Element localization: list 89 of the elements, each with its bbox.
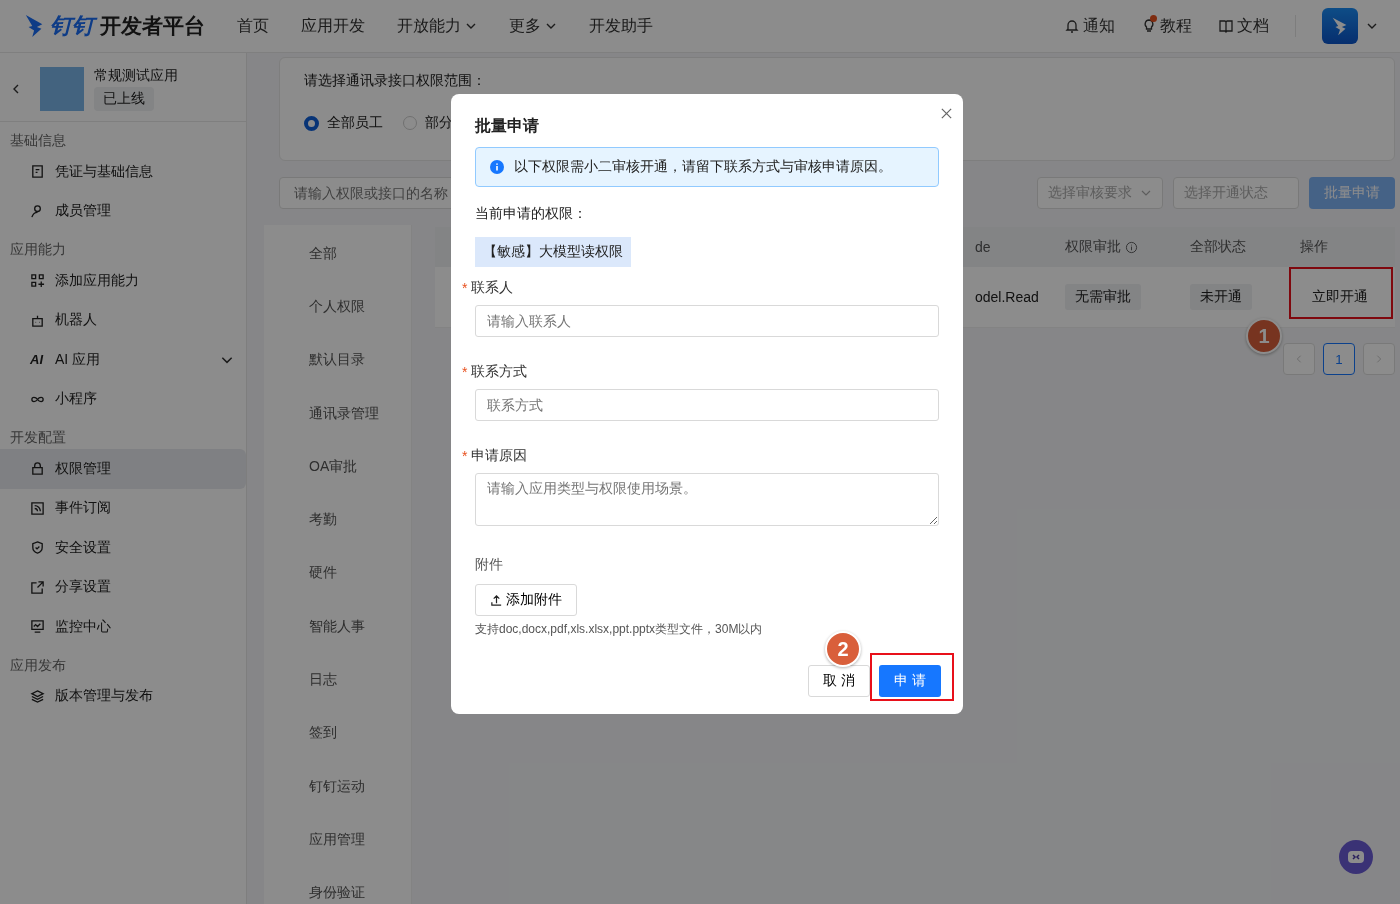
help-assistant-button[interactable]: [1339, 840, 1373, 874]
section-title: 应用发布: [9, 655, 67, 675]
radio-option[interactable]: 部分: [403, 114, 453, 132]
ai-icon: AI: [30, 352, 45, 368]
sidebar-item[interactable]: 权限管理: [0, 449, 246, 489]
share-icon: [30, 579, 45, 595]
step-badge: 2: [825, 631, 861, 667]
section-title: 开发配置: [9, 428, 67, 447]
avatar[interactable]: [1322, 8, 1358, 44]
close-icon[interactable]: [940, 107, 953, 120]
nav-link[interactable]: 开发助手: [589, 15, 653, 37]
sidebar-item[interactable]: 小程序: [0, 379, 246, 419]
sidebar-item[interactable]: 监控中心: [0, 607, 246, 647]
field-label: 联系方式: [471, 363, 528, 381]
nav-link[interactable]: 首页: [237, 15, 269, 37]
table-cell: odel.Read: [975, 289, 1039, 305]
page-button[interactable]: 1: [1323, 343, 1355, 375]
app-thumbnail: [40, 67, 84, 111]
attachment-hint: 支持doc,docx,pdf,xls.xlsx,ppt.pptx类型文件，30M以内: [475, 621, 764, 638]
input-field[interactable]: 请输入联系人: [475, 305, 939, 337]
nav-link[interactable]: 更多: [509, 15, 557, 37]
radio-circle[interactable]: [304, 115, 319, 131]
sidebar-item[interactable]: 机器人: [0, 300, 246, 340]
add-attachment-button[interactable]: 添加附件: [475, 584, 577, 616]
scope-title: 请选择通讯录接口权限范围：: [304, 72, 487, 90]
text-area[interactable]: 请输入应用类型与权限使用场景。: [475, 473, 939, 526]
alert-text: 以下权限需小二审核开通，请留下联系方式与审核申请原因。: [514, 158, 892, 176]
category-item[interactable]: 考勤: [264, 493, 411, 547]
section-title: 基础信息: [9, 131, 67, 150]
category-item[interactable]: 身份验证: [264, 866, 411, 904]
category-item[interactable]: 智能人事: [264, 600, 411, 654]
grid-plus-icon: [30, 273, 45, 289]
category-item[interactable]: 个人权限: [264, 280, 411, 334]
required-mark: *: [462, 280, 468, 296]
permission-tag: 【敏感】大模型读权限: [475, 237, 631, 267]
layers-icon: [30, 688, 45, 704]
category-item[interactable]: 默认目录: [264, 333, 411, 387]
header-link[interactable]: 教程: [1141, 15, 1192, 37]
enable-link[interactable]: 立即开通: [1300, 288, 1368, 306]
input-field[interactable]: 联系方式: [475, 389, 939, 421]
info-icon: [490, 160, 504, 174]
category-item[interactable]: OA审批: [264, 440, 411, 494]
section-title: 应用能力: [9, 240, 67, 259]
category-item[interactable]: 通讯录管理: [264, 386, 411, 441]
header-link[interactable]: 文档: [1218, 15, 1269, 37]
column-header: 操作: [1300, 238, 1329, 256]
upload-icon: [490, 593, 503, 607]
status-tag: 未开通: [1190, 284, 1252, 310]
category-item[interactable]: 日志: [264, 653, 411, 707]
sidebar-item[interactable]: 添加应用能力: [0, 261, 246, 301]
status-tag: 无需审批: [1065, 284, 1141, 310]
nav-link[interactable]: 开放能力: [397, 15, 477, 37]
bell-icon: [1064, 18, 1080, 34]
info-icon: [1125, 240, 1138, 254]
field-label: 申请原因: [471, 447, 528, 465]
cancel-button[interactable]: 取 消: [808, 665, 870, 697]
id-card-icon: [30, 164, 45, 180]
brand-name: 开发者平台: [100, 13, 205, 39]
sidebar-item[interactable]: 凭证与基础信息: [0, 152, 246, 192]
sidebar-item[interactable]: AI AI 应用: [0, 340, 246, 380]
rss-icon: [30, 500, 45, 516]
sidebar-item[interactable]: 成员管理: [0, 191, 246, 231]
shield-check-icon: [30, 540, 45, 556]
book-icon: [1218, 18, 1234, 34]
header-link[interactable]: 通知: [1064, 15, 1115, 37]
required-mark: *: [462, 364, 468, 380]
column-header: 权限审批: [1065, 238, 1190, 256]
sidebar-item[interactable]: 分享设置: [0, 567, 246, 607]
category-item[interactable]: 全部: [264, 227, 411, 281]
status-badge: 已上线: [94, 87, 154, 111]
sidebar-item[interactable]: 安全设置: [0, 528, 246, 568]
monitor-icon: [30, 619, 45, 635]
app-name: 常规测试应用: [94, 67, 178, 85]
dialog-title: 批量申请: [475, 116, 540, 136]
category-item[interactable]: 钉钉运动: [264, 759, 411, 814]
nav-link[interactable]: 应用开发: [301, 15, 365, 37]
lock-icon: [30, 461, 45, 477]
submit-button[interactable]: 申 请: [879, 665, 941, 697]
field-label: 附件: [475, 556, 504, 574]
column-header: de: [975, 239, 992, 255]
column-header: 全部状态: [1190, 238, 1247, 256]
category-item[interactable]: 签到: [264, 706, 411, 760]
sidebar-item[interactable]: 版本管理与发布: [0, 676, 246, 716]
category-item[interactable]: 硬件: [264, 546, 411, 601]
required-mark: *: [462, 448, 468, 464]
radio-option[interactable]: 全部员工: [304, 114, 383, 132]
field-label: 联系人: [471, 279, 514, 297]
category-item[interactable]: 应用管理: [264, 813, 411, 867]
step-badge: 1: [1246, 318, 1282, 354]
